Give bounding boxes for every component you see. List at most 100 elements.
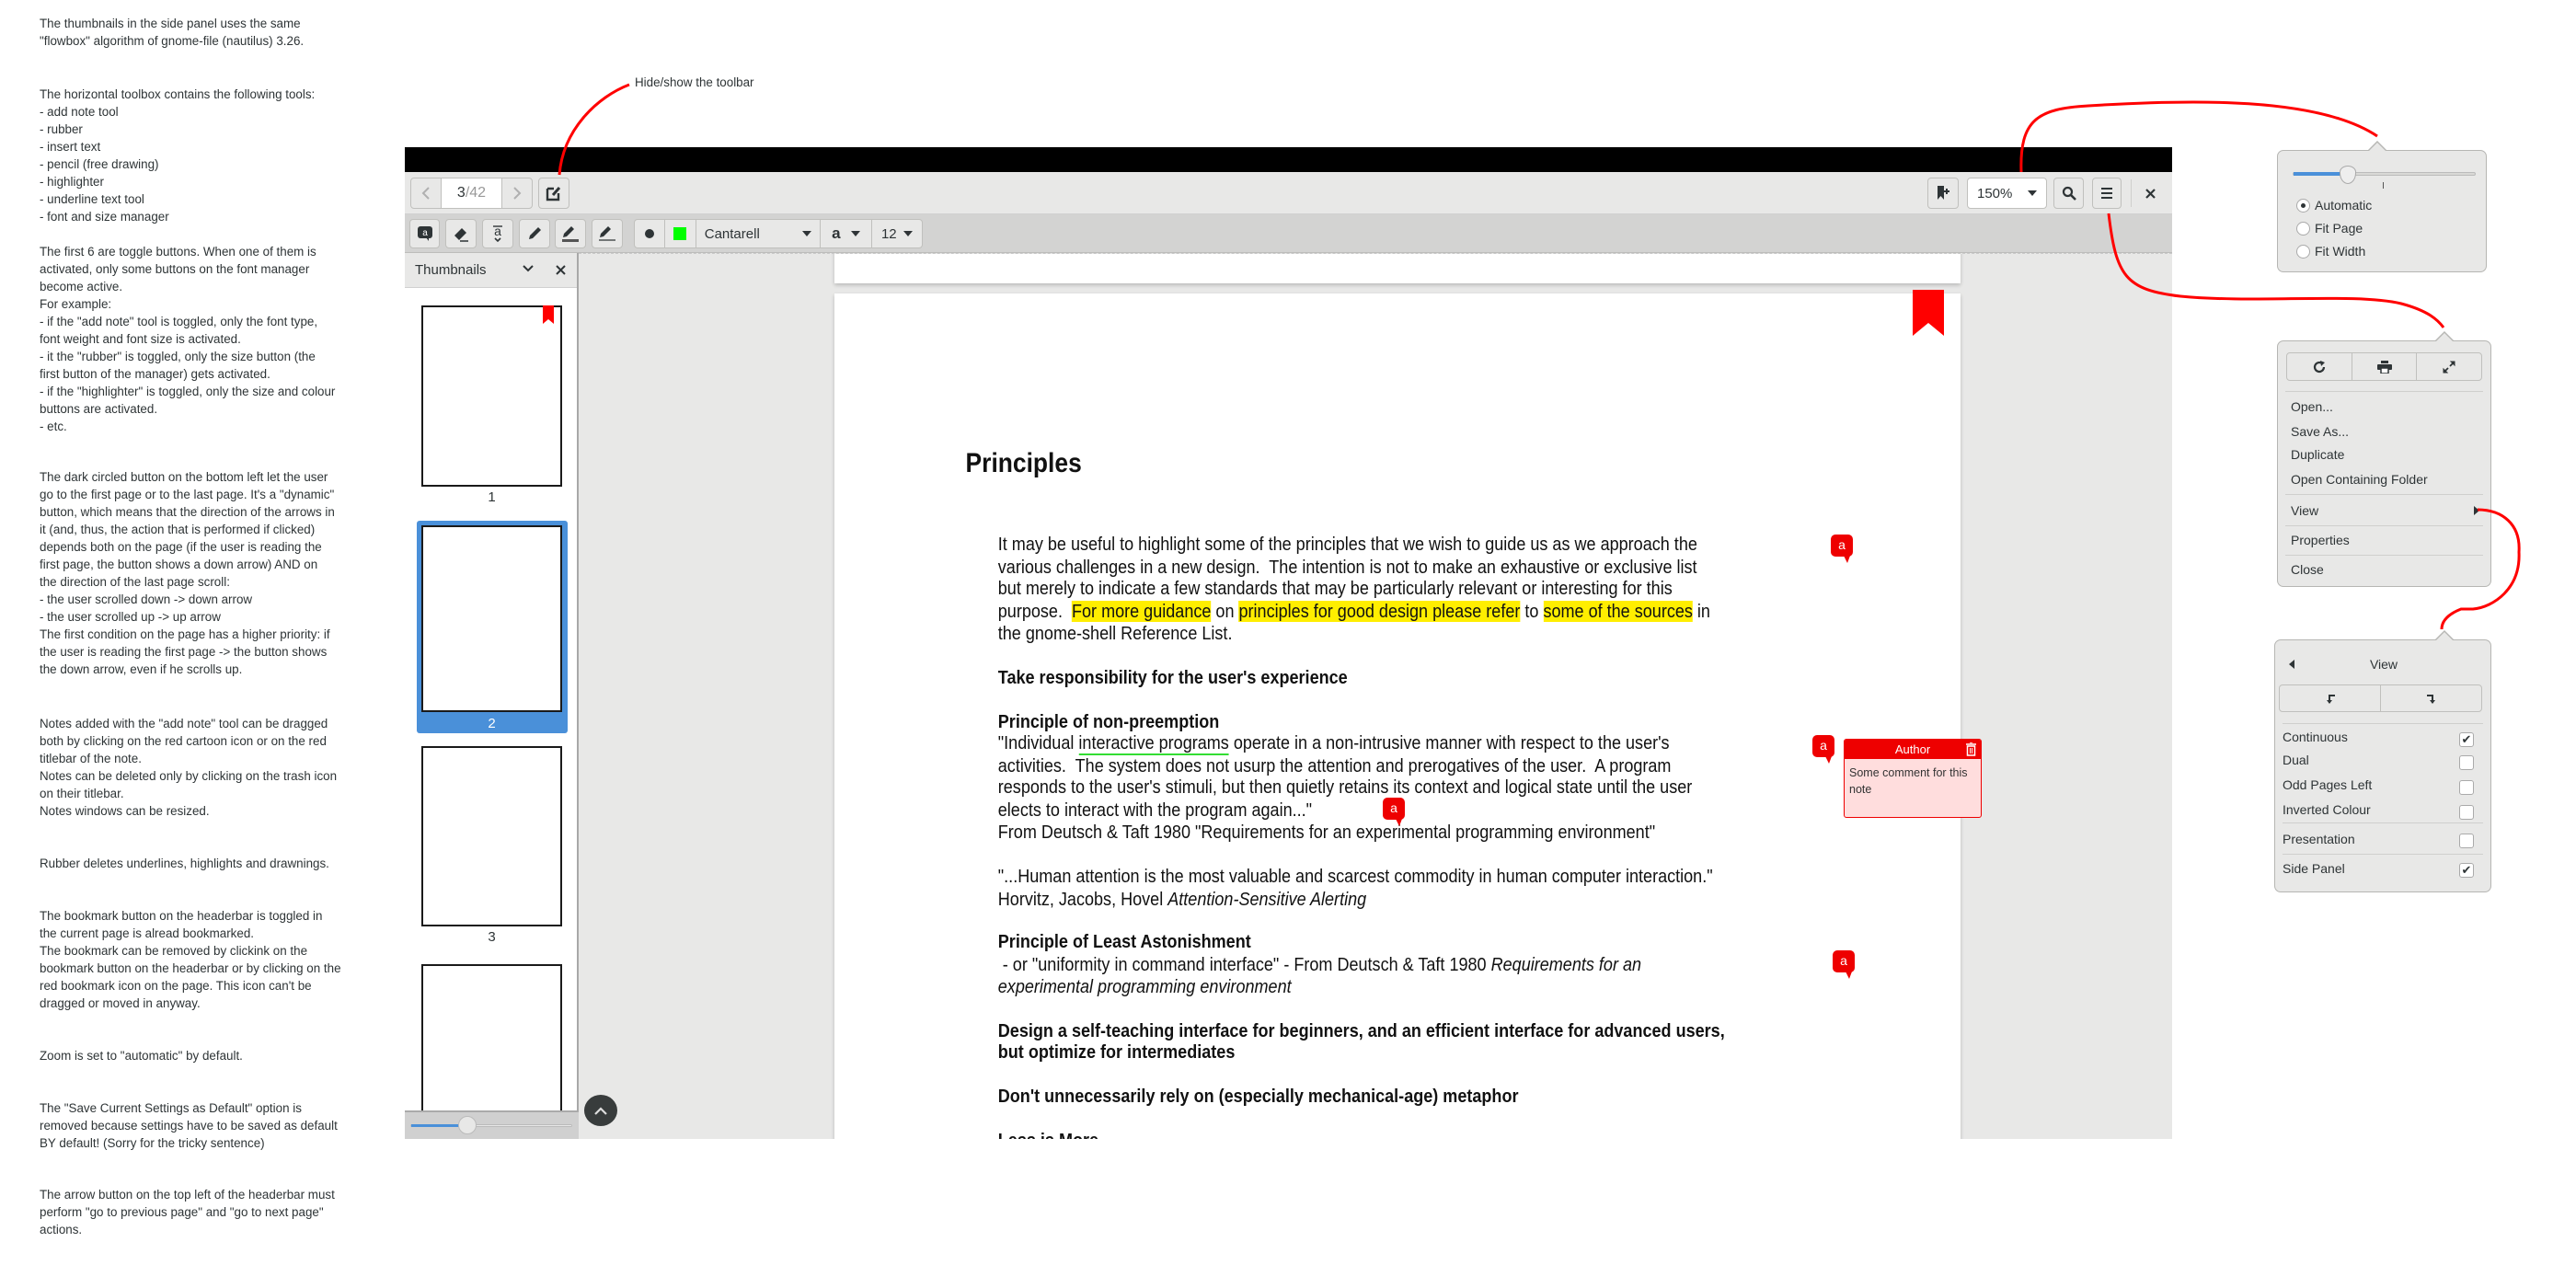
rubber-tool[interactable] bbox=[445, 219, 477, 248]
section-heading: Don't unnecessarily rely on (especially … bbox=[997, 1086, 1519, 1107]
slider-knob[interactable] bbox=[457, 1116, 477, 1134]
note-marker-icon[interactable]: a bbox=[1383, 798, 1405, 826]
section-heading: Take responsibility for the user's exper… bbox=[997, 667, 1348, 688]
view-option-inverted-colour[interactable]: Inverted Colour bbox=[2283, 802, 2371, 817]
page-number-entry[interactable]: 3/42 bbox=[441, 178, 502, 208]
font-size-dropdown[interactable]: 12 bbox=[872, 220, 922, 247]
highlighter-tool[interactable] bbox=[555, 219, 586, 248]
radio-fit-page[interactable] bbox=[2296, 222, 2310, 236]
pencil-icon bbox=[529, 227, 541, 239]
underline[interactable]: interactive programs bbox=[1078, 732, 1229, 755]
note-marker-icon[interactable]: a bbox=[1833, 950, 1855, 979]
previous-page bbox=[834, 254, 1961, 283]
view-option-presentation[interactable]: Presentation bbox=[2283, 832, 2355, 846]
note-marker-icon[interactable]: a bbox=[1812, 735, 1834, 764]
text-line: It may be useful to highlight some of th… bbox=[997, 534, 1697, 555]
note-text[interactable]: Some comment for this note bbox=[1845, 759, 1981, 803]
reload-button[interactable] bbox=[2287, 353, 2352, 380]
text-line: From Deutsch & Taft 1980 "Requirements f… bbox=[997, 822, 1656, 843]
bookmark-button[interactable] bbox=[1927, 178, 1959, 209]
headerbar: 3/42 150% bbox=[405, 172, 2172, 214]
menu-item-close[interactable]: Close bbox=[2291, 562, 2324, 577]
previous-page-button[interactable] bbox=[411, 178, 442, 208]
view-option-dual[interactable]: Dual bbox=[2283, 753, 2309, 767]
text-line: "...Human attention is the most valuable… bbox=[997, 866, 1713, 887]
close-icon bbox=[2145, 188, 2156, 199]
underline-pencil-icon bbox=[599, 226, 615, 241]
checkbox-inverted-colour[interactable] bbox=[2459, 805, 2474, 820]
zoom-combo[interactable]: 150% bbox=[1967, 178, 2047, 209]
view-option-continuous[interactable]: Continuous bbox=[2283, 730, 2348, 744]
thumbnail-page-1[interactable] bbox=[421, 305, 562, 487]
text-line: elects to interact with the program agai… bbox=[997, 799, 1313, 821]
zoom-slider[interactable] bbox=[2293, 172, 2476, 176]
menu-item-open[interactable]: Open... bbox=[2291, 399, 2333, 414]
search-button[interactable] bbox=[2053, 178, 2084, 209]
thumbnail-size-slider[interactable] bbox=[410, 1124, 572, 1127]
view-option-odd-pages-left[interactable]: Odd Pages Left bbox=[2283, 777, 2372, 792]
text-line: responds to the user's stimuli, but then… bbox=[997, 776, 1693, 798]
checkbox-odd-pages-left[interactable] bbox=[2459, 780, 2474, 795]
highlight[interactable]: principles for good design please refer bbox=[1238, 601, 1521, 622]
page-navigation-group: 3/42 bbox=[410, 178, 533, 209]
close-window-button[interactable] bbox=[2141, 184, 2159, 202]
view-option-side-panel[interactable]: Side Panel bbox=[2283, 861, 2345, 876]
menu-separator bbox=[2283, 854, 2483, 855]
side-panel-mode-button[interactable] bbox=[523, 264, 534, 273]
menu-item-view[interactable]: View bbox=[2291, 503, 2479, 518]
menu-item-save-as[interactable]: Save As... bbox=[2291, 424, 2349, 439]
highlight[interactable]: some of the sources bbox=[1543, 601, 1693, 622]
section-heading: Principle of Least Astonishment bbox=[997, 931, 1251, 952]
fullscreen-button[interactable] bbox=[2417, 353, 2481, 380]
note-marker-icon[interactable]: a bbox=[1831, 535, 1853, 563]
text-segment: on bbox=[1211, 601, 1239, 622]
underline-tool[interactable] bbox=[592, 219, 623, 248]
zoom-slider-knob[interactable] bbox=[2339, 166, 2356, 184]
side-panel-close-button[interactable] bbox=[556, 265, 566, 275]
dropdown-arrow-icon bbox=[2028, 190, 2037, 196]
next-page-button[interactable] bbox=[501, 178, 532, 208]
print-button[interactable] bbox=[2352, 353, 2418, 380]
text-line: - or "uniformity in command interface" -… bbox=[998, 954, 1641, 976]
text-segment: operate in a non-intrusive manner with r… bbox=[1228, 732, 1670, 753]
font-type-dropdown[interactable]: Cantarell bbox=[696, 220, 822, 247]
toggle-toolbar-button[interactable] bbox=[538, 178, 569, 209]
highlight[interactable]: For more guidance bbox=[1071, 601, 1212, 622]
main-menu-button[interactable] bbox=[2092, 178, 2122, 209]
pencil-tool[interactable] bbox=[519, 219, 550, 248]
checkbox-side-panel[interactable]: ✔ bbox=[2459, 863, 2474, 878]
page-bookmark-icon[interactable] bbox=[1913, 290, 1944, 336]
menu-separator bbox=[2285, 525, 2483, 526]
menu-item-open-containing-folder[interactable]: Open Containing Folder bbox=[2291, 472, 2428, 487]
checkbox-dual[interactable] bbox=[2459, 755, 2474, 770]
checkbox-presentation[interactable] bbox=[2459, 834, 2474, 848]
size-button[interactable] bbox=[635, 220, 665, 247]
radio-automatic[interactable] bbox=[2296, 199, 2310, 213]
checkbox-continuous[interactable]: ✔ bbox=[2459, 732, 2474, 747]
colour-button[interactable] bbox=[665, 220, 696, 247]
thumbnail-page-2[interactable] bbox=[421, 525, 562, 712]
main-menu-popover: Open... Save As... Duplicate Open Contai… bbox=[2277, 331, 2491, 587]
note-titlebar[interactable]: Author bbox=[1845, 740, 1981, 759]
side-panel: Thumbnails 1 2 3 bbox=[405, 253, 579, 1139]
radio-fit-width[interactable] bbox=[2296, 245, 2310, 259]
menu-separator bbox=[2285, 555, 2483, 556]
note-author: Author bbox=[1894, 742, 1931, 756]
font-weight-dropdown[interactable]: a bbox=[821, 220, 873, 247]
text-segment: in bbox=[1692, 601, 1710, 622]
current-page: 3 bbox=[456, 185, 466, 201]
thumbnail-page-3[interactable] bbox=[421, 746, 562, 926]
thumbnail-label: 2 bbox=[488, 716, 496, 731]
note-window[interactable]: Author Some comment for this note bbox=[1844, 739, 1982, 818]
menu-action-buttons bbox=[2286, 352, 2482, 381]
rotate-right-button[interactable] bbox=[2381, 685, 2481, 711]
slider-tick bbox=[2383, 182, 2384, 189]
trash-icon[interactable] bbox=[1966, 742, 1976, 756]
add-note-tool[interactable]: a bbox=[409, 219, 440, 248]
menu-item-properties[interactable]: Properties bbox=[2291, 533, 2350, 547]
insert-text-tool[interactable]: a bbox=[482, 219, 513, 248]
text-line: experimental programming environment bbox=[997, 976, 1292, 997]
go-to-first-last-page-button[interactable] bbox=[584, 1095, 617, 1126]
menu-item-duplicate[interactable]: Duplicate bbox=[2291, 447, 2344, 462]
rotate-left-button[interactable] bbox=[2280, 685, 2381, 711]
